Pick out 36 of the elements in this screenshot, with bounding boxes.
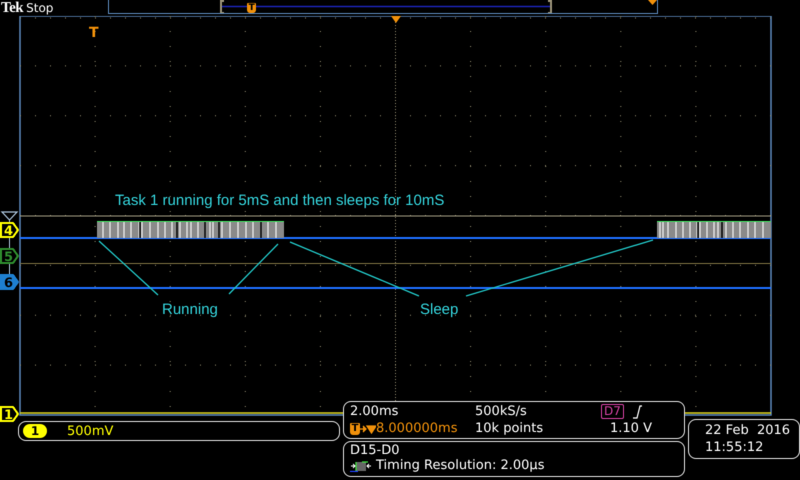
trigger-position-icon	[391, 16, 401, 23]
time-text: 11:55:12	[705, 439, 764, 456]
arrow-icon	[360, 424, 376, 434]
trigger-point-icon	[648, 0, 658, 5]
bus-name: D15-D0	[350, 443, 401, 458]
channel-marker[interactable]: 1	[0, 406, 20, 423]
leader-line	[98, 240, 158, 296]
annotation-label: Running	[162, 301, 218, 318]
left-bracket-icon	[220, 0, 224, 13]
trigger-position: 8.000000ms	[376, 421, 458, 436]
trigger-marker: T	[350, 422, 360, 434]
channel-marker[interactable]: 4	[0, 222, 20, 239]
right-bracket-icon	[548, 0, 552, 13]
annotation-label: Sleep	[420, 301, 458, 318]
bus-readout[interactable]: D15-D0 Timing Resolution: 2.00µs	[343, 441, 685, 477]
trigger-source: D7	[601, 404, 624, 419]
timebase-readout[interactable]: 2.00ms 500kS/s D7 T 8.000000ms 10k points 1.10 V	[343, 401, 685, 439]
leader-line	[228, 244, 278, 294]
brand-logo: Tek	[1, 0, 24, 16]
record-length: 10k points	[475, 421, 544, 436]
channel-badge: 1	[23, 424, 47, 438]
acquisition-state: Stop	[26, 1, 54, 15]
horizontal-scale: 2.00ms	[350, 404, 400, 419]
trigger-level: 1.10 V	[609, 421, 652, 436]
sample-rate: 500kS/s	[475, 404, 528, 419]
trigger-marker: T	[247, 3, 256, 13]
trigger-marker: T	[89, 25, 99, 41]
channel-marker[interactable]: 5	[0, 248, 20, 265]
vertical-scale: 500mV	[67, 424, 114, 438]
annotation-text: Task 1 running for 5mS and then sleeps for 10mS	[115, 192, 444, 209]
rising-edge-icon	[632, 404, 642, 418]
channel-marker[interactable]: 6	[0, 274, 20, 291]
channel-readout[interactable]: 1 500mV	[18, 421, 340, 441]
timing-resolution-icon	[350, 460, 372, 472]
timing-resolution: Timing Resolution: 2.00µs	[376, 458, 544, 473]
date-text: 22 Feb 2016	[705, 422, 792, 439]
